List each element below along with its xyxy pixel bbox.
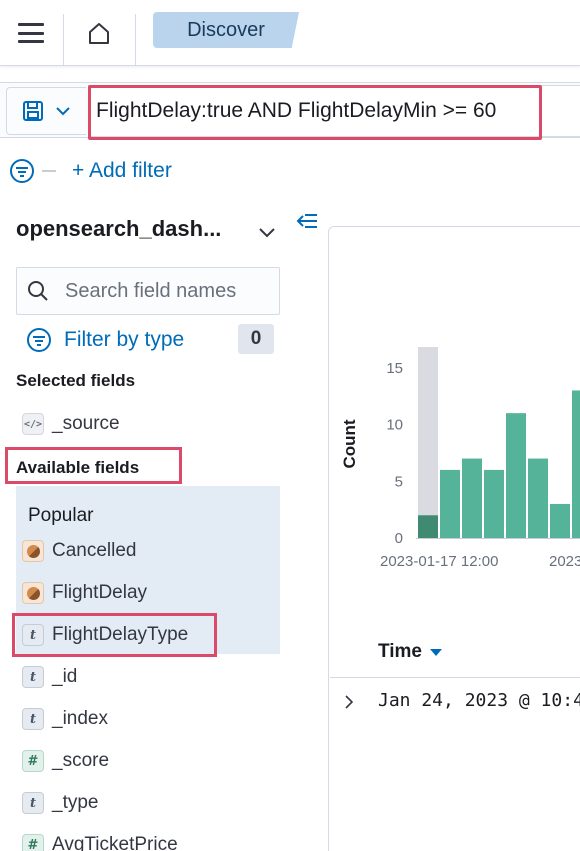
current-bucket-band xyxy=(418,347,438,538)
y-tick-label: 0 xyxy=(395,530,403,547)
code-icon: </> xyxy=(22,413,44,435)
collapse-sidebar-icon[interactable] xyxy=(294,210,320,234)
home-icon[interactable] xyxy=(64,0,134,66)
field-item-cancelled[interactable]: Cancelled xyxy=(22,535,137,567)
document-time-cell: Jan 24, 2023 @ 10:4 xyxy=(378,690,580,711)
filter-icon xyxy=(27,328,51,352)
field-name: _index xyxy=(52,708,108,729)
field-item-score[interactable]: # _score xyxy=(22,745,109,777)
field-item-avgticketprice[interactable]: # AvgTicketPrice xyxy=(22,829,178,851)
x-tick-label: 2023 xyxy=(549,553,580,570)
field-name: _score xyxy=(52,750,110,771)
filter-by-type-button[interactable]: Filter by type xyxy=(26,324,184,356)
histogram-bar[interactable] xyxy=(484,469,504,538)
y-tick-label: 15 xyxy=(386,360,403,377)
time-header-label: Time xyxy=(378,641,423,662)
chevron-down-icon[interactable] xyxy=(256,221,278,243)
field-name: _type xyxy=(52,792,99,813)
expand-row-icon[interactable] xyxy=(340,690,358,714)
histogram-bar[interactable] xyxy=(550,503,570,538)
field-item-flightdelaytype[interactable]: t FlightDelayType xyxy=(22,619,188,651)
y-tick-label: 5 xyxy=(395,473,403,490)
y-tick-label: 10 xyxy=(386,417,403,434)
y-axis-label: Count xyxy=(340,419,359,468)
field-item-id[interactable]: t _id xyxy=(22,661,77,693)
field-name: FlightDelayType xyxy=(52,624,189,645)
save-icon xyxy=(22,101,43,121)
field-name: _source xyxy=(52,413,120,434)
field-name: Cancelled xyxy=(52,540,137,561)
query-text: FlightDelay:true AND FlightDelayMin >= 6… xyxy=(96,99,497,122)
chevron-down-icon xyxy=(55,107,70,116)
string-type-icon: t xyxy=(22,624,44,646)
field-item-index[interactable]: t _index xyxy=(22,703,108,735)
filter-options-icon[interactable] xyxy=(8,157,36,185)
hamburger-icon[interactable] xyxy=(0,0,62,66)
field-name: AvgTicketPrice xyxy=(52,834,178,851)
histogram-bar[interactable] xyxy=(572,390,580,538)
string-type-icon: t xyxy=(22,792,44,814)
search-field-names[interactable] xyxy=(16,267,280,315)
field-item-type[interactable]: t _type xyxy=(22,787,98,819)
string-type-icon: t xyxy=(22,666,44,688)
boolean-type-icon xyxy=(22,582,44,604)
histogram-bar[interactable] xyxy=(528,458,548,538)
popular-label: Popular xyxy=(28,505,94,526)
field-name: FlightDelay xyxy=(52,582,148,603)
selected-fields-title: Selected fields xyxy=(16,371,136,390)
add-filter-button[interactable]: + Add filter xyxy=(72,159,172,183)
field-name: _id xyxy=(52,666,78,687)
number-type-icon: # xyxy=(22,834,44,851)
histogram-chart[interactable]: Count 15 10 5 0 2023-01-17 12:00 2023 xyxy=(330,340,580,580)
filter-row: + Add filter xyxy=(8,155,172,187)
field-item-flightdelay[interactable]: FlightDelay xyxy=(22,577,147,609)
x-tick-label: 2023-01-17 12:00 xyxy=(380,553,498,570)
table-divider xyxy=(330,677,580,678)
breadcrumb-discover[interactable]: Discover xyxy=(153,12,299,48)
search-icon xyxy=(17,280,59,302)
filter-count-badge: 0 xyxy=(238,324,274,354)
boolean-type-icon xyxy=(22,540,44,562)
popular-title: Popular xyxy=(28,500,94,532)
search-input[interactable] xyxy=(65,279,275,303)
header-divider xyxy=(135,14,136,66)
histogram-bar[interactable] xyxy=(418,515,438,538)
histogram-bar[interactable] xyxy=(506,413,526,538)
top-header: Discover xyxy=(0,0,580,66)
sort-desc-icon[interactable] xyxy=(430,648,443,656)
string-type-icon: t xyxy=(22,708,44,730)
time-column-header[interactable]: Time xyxy=(378,641,443,663)
index-pattern-name[interactable]: opensearch_dash... xyxy=(16,216,240,242)
filter-by-type-label: Filter by type xyxy=(64,328,185,351)
histogram-bar[interactable] xyxy=(462,458,482,538)
histogram-bar[interactable] xyxy=(440,469,460,538)
saved-queries-button[interactable] xyxy=(6,87,86,135)
field-item-source[interactable]: </> _source xyxy=(22,408,120,440)
filter-separator xyxy=(42,170,56,172)
available-fields-title: Available fields xyxy=(16,458,140,477)
number-type-icon: # xyxy=(22,750,44,772)
